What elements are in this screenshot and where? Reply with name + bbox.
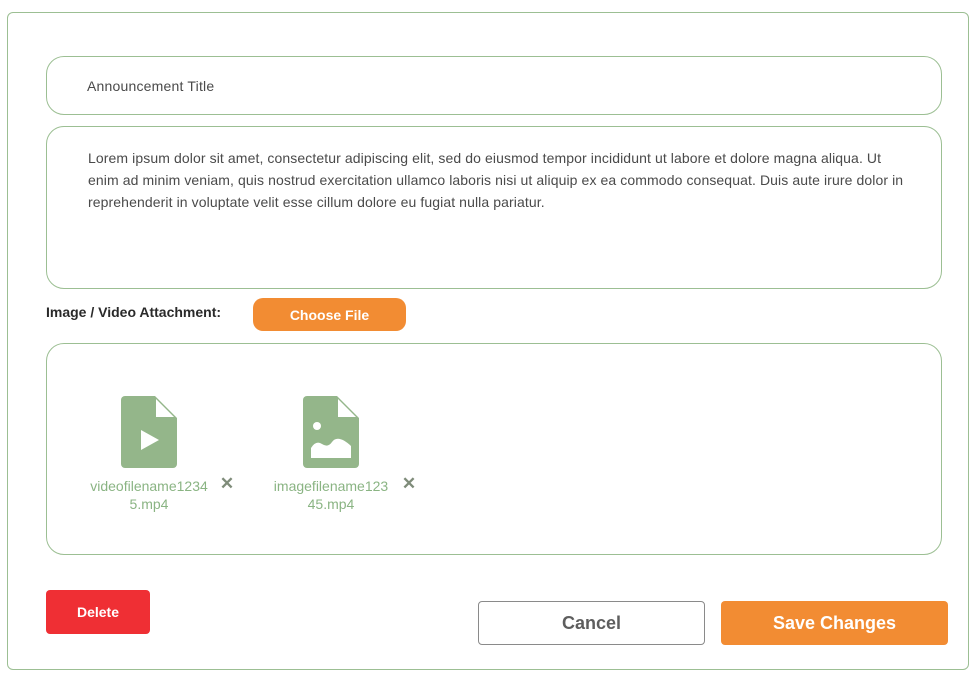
remove-attachment-button[interactable]: ✕ xyxy=(401,475,417,492)
announcement-title-value: Announcement Title xyxy=(87,77,215,94)
attachment-filename: imagefilename12345.mp4 xyxy=(273,478,389,512)
announcement-body-field[interactable]: Lorem ipsum dolor sit amet, consectetur … xyxy=(46,126,942,289)
announcement-title-field[interactable]: Announcement Title xyxy=(46,56,942,115)
remove-attachment-button[interactable]: ✕ xyxy=(219,475,235,492)
cancel-button[interactable]: Cancel xyxy=(478,601,705,645)
attachment-item-video[interactable]: videofilename12345.mp4 xyxy=(84,396,214,513)
attachment-filename: videofilename12345.mp4 xyxy=(90,478,208,512)
attachment-list: videofilename12345.mp4 ✕ imagefilename12… xyxy=(46,343,942,555)
save-changes-button[interactable]: Save Changes xyxy=(721,601,948,645)
image-file-icon xyxy=(303,396,359,468)
delete-button[interactable]: Delete xyxy=(46,590,150,634)
choose-file-button[interactable]: Choose File xyxy=(253,298,406,331)
announcement-body-value: Lorem ipsum dolor sit amet, consectetur … xyxy=(88,150,904,210)
attachment-item-image[interactable]: imagefilename12345.mp4 xyxy=(266,396,396,513)
attachment-label: Image / Video Attachment: xyxy=(46,304,222,320)
video-file-icon xyxy=(121,396,177,468)
